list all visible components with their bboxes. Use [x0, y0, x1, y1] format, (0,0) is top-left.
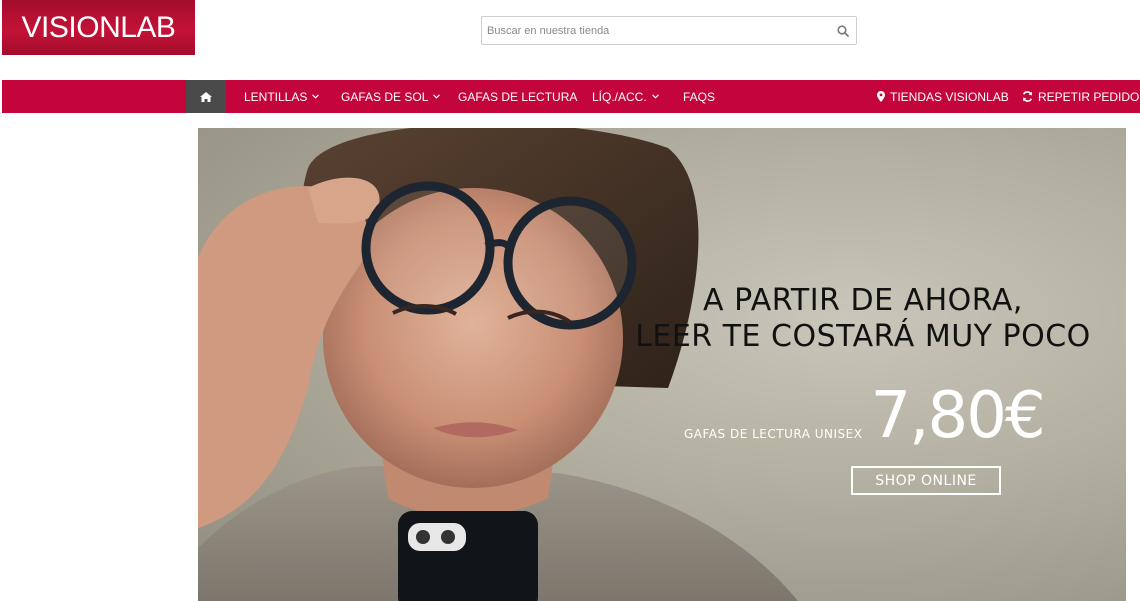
logo-text: VISIONLAB — [21, 10, 176, 44]
map-marker-icon — [877, 91, 885, 102]
search-bar — [481, 16, 857, 45]
hero-photo-woman-with-glasses — [198, 128, 798, 601]
hero-headline-line-1: A PARTIR DE AHORA, — [703, 283, 1023, 318]
home-icon — [200, 91, 212, 102]
nav-home-button[interactable] — [186, 80, 226, 113]
nav-item-label: GAFAS DE SOL — [341, 89, 429, 104]
visionlab-logo[interactable]: VISIONLAB — [2, 0, 195, 55]
search-icon — [837, 24, 849, 37]
main-nav: LENTILLAS GAFAS DE SOL GAFAS DE LECTURA … — [2, 80, 1140, 113]
nav-item-label: REPETIR PEDIDO — [1038, 89, 1140, 104]
nav-item-liq-acc[interactable]: LÍQ./ACC. — [592, 80, 659, 113]
refresh-icon — [1022, 91, 1033, 102]
nav-item-faqs[interactable]: FAQS — [683, 80, 715, 113]
nav-item-label: LENTILLAS — [244, 89, 308, 104]
search-button[interactable] — [830, 17, 856, 44]
nav-item-gafas-de-sol[interactable]: GAFAS DE SOL — [341, 80, 441, 113]
hero-price-label: GAFAS DE LECTURA UNISEX — [684, 427, 863, 441]
nav-item-label: GAFAS DE LECTURA — [458, 89, 578, 104]
hero-banner[interactable]: A PARTIR DE AHORA, LEER TE COSTARÁ MUY P… — [198, 128, 1126, 601]
nav-item-tiendas-visionlab[interactable]: TIENDAS VISIONLAB — [877, 80, 1009, 113]
chevron-down-icon — [433, 94, 441, 99]
hero-headline-line-2: LEER TE COSTARÁ MUY POCO — [635, 319, 1091, 354]
nav-item-label: LÍQ./ACC. — [592, 89, 647, 104]
chevron-down-icon — [312, 94, 320, 99]
chevron-down-icon — [651, 94, 659, 99]
nav-item-label: TIENDAS VISIONLAB — [890, 89, 1009, 104]
nav-item-gafas-de-lectura[interactable]: GAFAS DE LECTURA — [458, 80, 577, 113]
hero-headline: A PARTIR DE AHORA, LEER TE COSTARÁ MUY P… — [628, 283, 1098, 355]
shop-online-button[interactable]: SHOP ONLINE — [851, 466, 1001, 495]
shop-online-label: SHOP ONLINE — [875, 472, 977, 489]
hero-price-row: GAFAS DE LECTURA UNISEX 7,80€ — [684, 379, 1046, 453]
page: VISIONLAB LENTILLAS GAFAS DE SOL — [0, 0, 1140, 601]
search-input[interactable] — [482, 17, 830, 44]
nav-item-lentillas[interactable]: LENTILLAS — [244, 80, 320, 113]
nav-item-label: FAQS — [683, 89, 716, 104]
nav-item-repetir-pedido[interactable]: REPETIR PEDIDO — [1022, 80, 1139, 113]
hero-price: 7,80€ — [870, 379, 1045, 453]
